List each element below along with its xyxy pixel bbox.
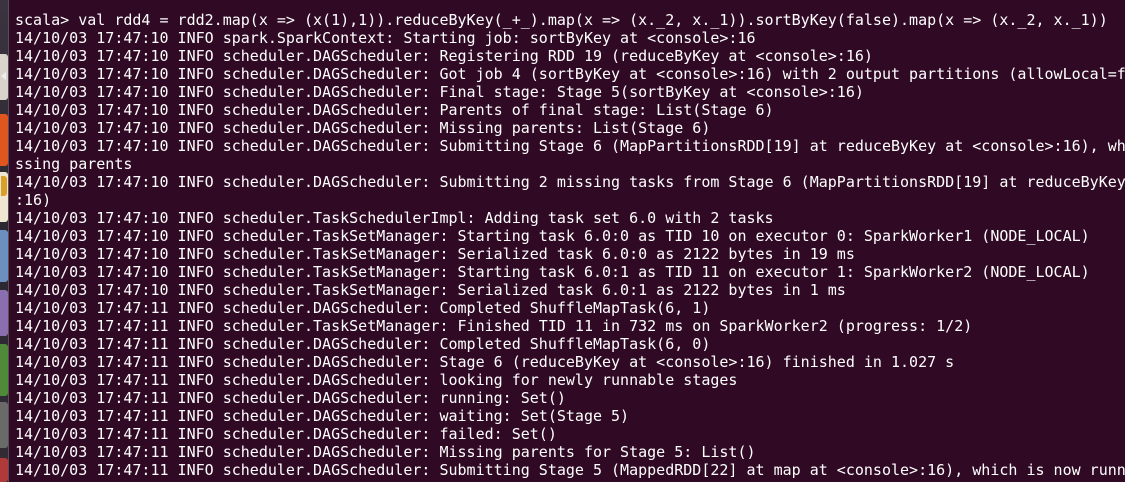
terminal-log-line: 14/10/03 17:47:10 INFO scheduler.DAGSche… (15, 137, 1125, 155)
terminal-log-line: 14/10/03 17:47:11 INFO scheduler.DAGSche… (15, 443, 756, 461)
desktop-screen: scala> val rdd4 = rdd2.map(x => (x(1),1)… (0, 0, 1125, 482)
active-app-arrow-icon (1, 72, 6, 80)
terminal-log-line: 14/10/03 17:47:11 INFO scheduler.DAGSche… (15, 335, 711, 353)
terminal-log-line: 14/10/03 17:47:10 INFO scheduler.TaskSet… (15, 263, 1090, 281)
terminal-log-line: 14/10/03 17:47:11 INFO scheduler.DAGSche… (15, 407, 630, 425)
terminal-log-line: 14/10/03 17:47:11 INFO scheduler.DAGSche… (15, 371, 738, 389)
launcher-app-icon-2[interactable] (0, 114, 8, 166)
unity-launcher (0, 0, 9, 482)
terminal-log-line: 14/10/03 17:47:10 INFO scheduler.TaskSet… (15, 281, 846, 299)
terminal-log-line: 14/10/03 17:47:11 INFO scheduler.DAGSche… (15, 353, 955, 371)
launcher-app-icon-6[interactable] (0, 290, 8, 336)
terminal-log-line: 14/10/03 17:47:10 INFO scheduler.TaskSet… (15, 245, 855, 263)
terminal-output: scala> val rdd4 = rdd2.map(x => (x(1),1)… (15, 11, 1125, 479)
terminal-log-line: 14/10/03 17:47:10 INFO scheduler.DAGSche… (15, 47, 873, 65)
terminal-log-line: 14/10/03 17:47:10 INFO scheduler.DAGSche… (15, 173, 1125, 191)
launcher-app-icon-5[interactable] (0, 230, 8, 282)
terminal-log-line: 14/10/03 17:47:11 INFO scheduler.TaskSet… (15, 317, 973, 335)
terminal-log-line: 14/10/03 17:47:10 INFO scheduler.DAGSche… (15, 65, 1125, 83)
launcher-app-icon-4[interactable] (1, 176, 7, 196)
terminal-log-line: 14/10/03 17:47:10 INFO scheduler.DAGSche… (15, 101, 774, 119)
terminal-log-line: 14/10/03 17:47:10 INFO spark.SparkContex… (15, 29, 756, 47)
terminal-window[interactable]: scala> val rdd4 = rdd2.map(x => (x(1),1)… (9, 0, 1125, 482)
terminal-log-line: 14/10/03 17:47:10 INFO scheduler.DAGSche… (15, 83, 864, 101)
terminal-command-line: scala> val rdd4 = rdd2.map(x => (x(1),1)… (15, 11, 1108, 29)
terminal-log-line: :16) (15, 191, 52, 209)
terminal-log-line: 14/10/03 17:47:11 INFO scheduler.DAGSche… (15, 299, 711, 317)
terminal-log-line: 14/10/03 17:47:10 INFO scheduler.TaskSet… (15, 227, 1090, 245)
terminal-log-line: 14/10/03 17:47:11 INFO scheduler.DAGSche… (15, 461, 1125, 479)
terminal-log-line: 14/10/03 17:47:11 INFO scheduler.DAGSche… (15, 425, 557, 443)
terminal-log-line: ssing parents (15, 155, 133, 173)
launcher-app-icon-8[interactable] (0, 402, 8, 448)
terminal-log-line: 14/10/03 17:47:11 INFO scheduler.DAGSche… (15, 389, 566, 407)
terminal-log-line: 14/10/03 17:47:10 INFO scheduler.TaskSch… (15, 209, 774, 227)
launcher-app-icon-7[interactable] (0, 344, 8, 396)
launcher-app-icon-9[interactable] (0, 458, 8, 482)
terminal-log-line: 14/10/03 17:47:10 INFO scheduler.DAGSche… (15, 119, 711, 137)
